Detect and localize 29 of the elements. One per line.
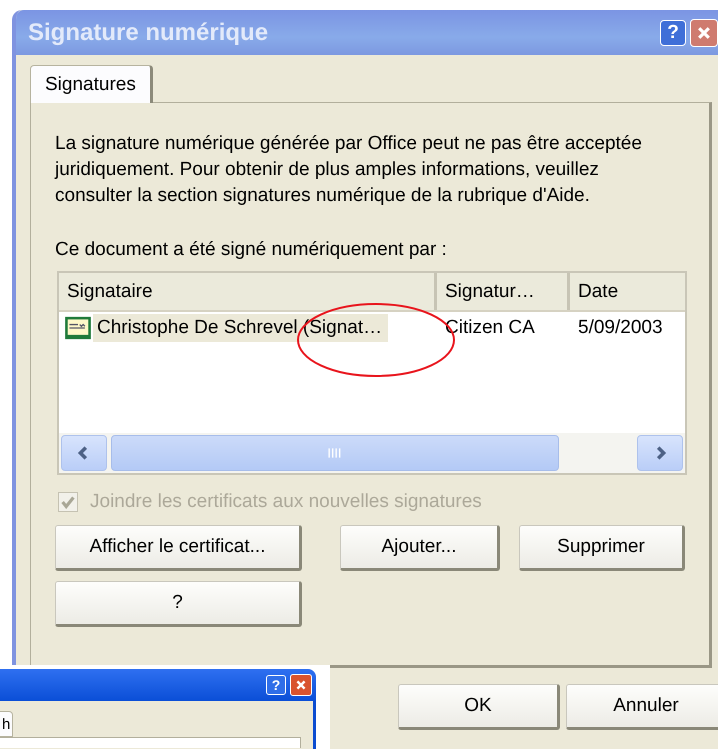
window-title: Signature numérique xyxy=(28,18,270,46)
tab[interactable]: Signatures xyxy=(30,65,153,103)
list-label: Ce document a été signé numériquement par : xyxy=(55,238,448,262)
table-cell: Christophe De Schrevel (Signat… xyxy=(93,314,388,342)
scroll-right-button[interactable] xyxy=(637,435,683,471)
help-button[interactable]: ? xyxy=(660,20,686,46)
column-header[interactable]: Signatur… xyxy=(437,273,570,310)
help-button[interactable]: ? xyxy=(266,675,286,695)
close-icon xyxy=(295,679,307,691)
remove-button[interactable]: Supprimer xyxy=(519,525,685,571)
view-certificate-button[interactable]: Afficher le certificat... xyxy=(55,525,302,571)
notice-text: La signature numérique générée par Office peut ne pas être acceptée juridiquement. Pour obtenir de plus amples informations, veuillez consulter la section signatures numérique de la rubrique d'Aide. xyxy=(55,132,643,208)
certificate-icon xyxy=(63,316,93,340)
add-button[interactable]: Ajouter... xyxy=(340,525,500,571)
scroll-left-button[interactable] xyxy=(61,435,107,471)
grip-icon xyxy=(328,447,342,459)
scroll-thumb[interactable] xyxy=(111,435,559,471)
close-button[interactable] xyxy=(690,18,718,46)
column-header[interactable]: Signataire xyxy=(59,273,437,310)
tab[interactable]: h xyxy=(0,711,14,737)
help-button[interactable]: ? xyxy=(55,581,302,627)
column-header[interactable]: Date xyxy=(570,273,685,310)
close-icon xyxy=(696,24,712,40)
horizontal-scrollbar[interactable] xyxy=(59,433,685,473)
close-button[interactable] xyxy=(290,674,312,696)
ok-button[interactable]: OK xyxy=(398,684,560,730)
table-cell-text: 5/09/2003 xyxy=(577,317,664,339)
cancel-button[interactable]: Annuler xyxy=(566,684,718,730)
checkbox-label: Joindre les certificats aux nouvelles signatures xyxy=(90,491,482,513)
